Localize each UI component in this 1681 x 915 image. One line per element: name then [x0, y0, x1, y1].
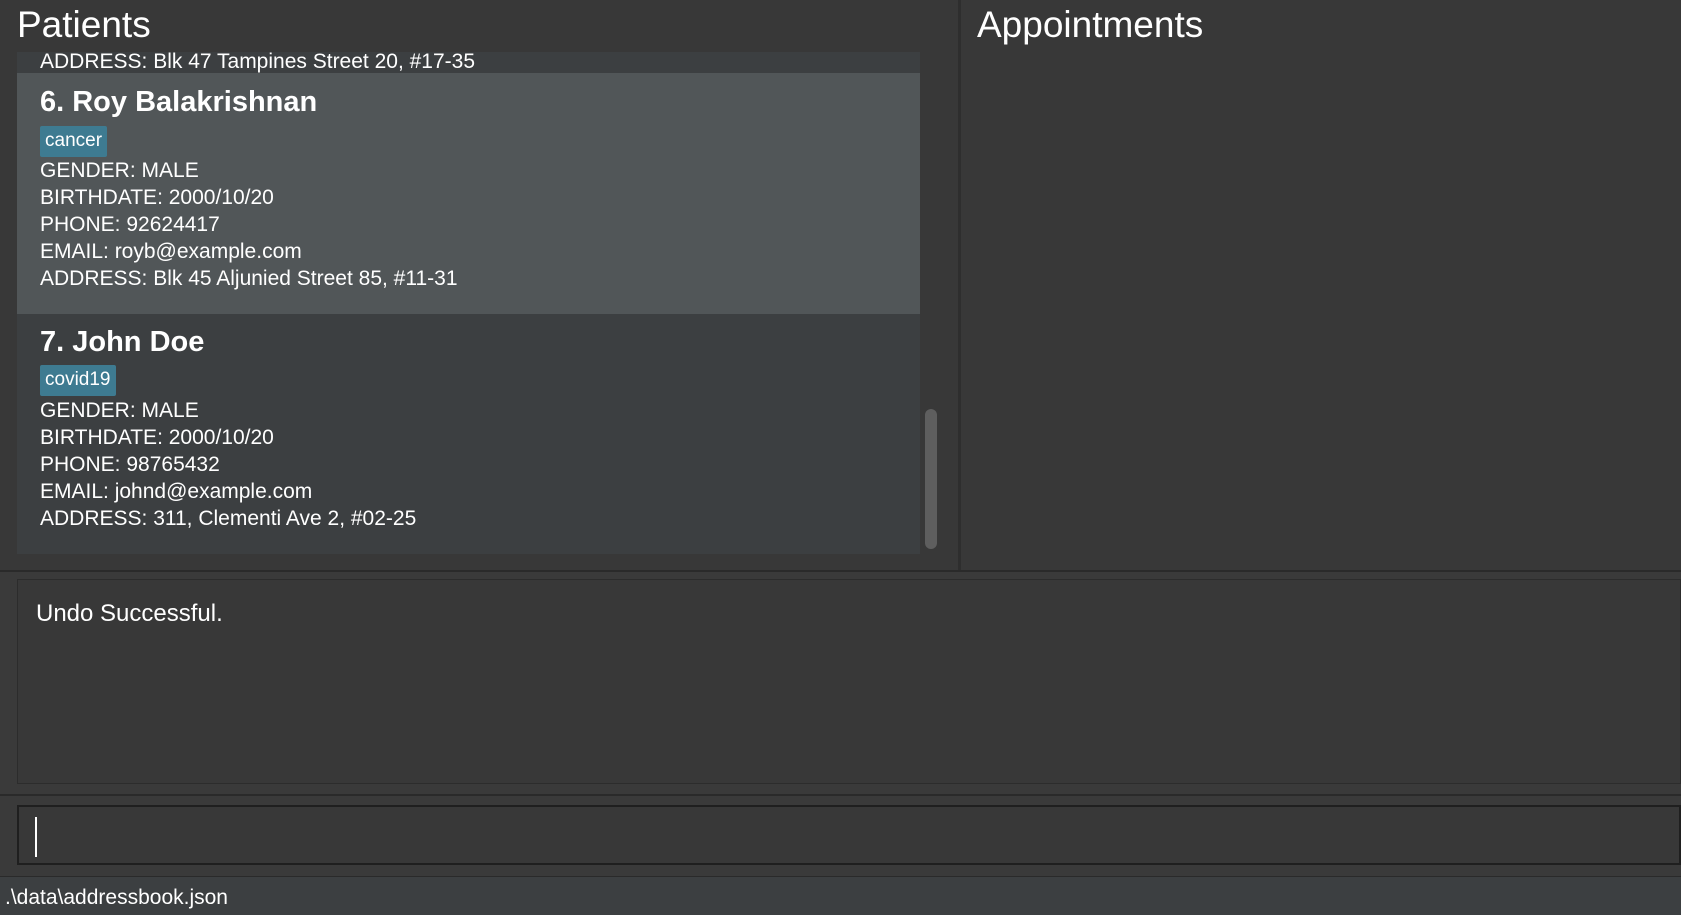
patient-card-selected[interactable]: 6. Roy Balakrishnan cancer GENDER: MALE … [17, 73, 920, 314]
status-bar: .\data\addressbook.json [0, 876, 1681, 915]
patient-email: EMAIL: johnd@example.com [40, 480, 313, 503]
result-display: Undo Successful. [17, 579, 1681, 784]
scrollbar-thumb[interactable] [925, 409, 937, 549]
patients-title: Patients [17, 4, 151, 45]
patient-name: 7. John Doe [40, 326, 205, 358]
save-location: .\data\addressbook.json [5, 886, 228, 909]
patient-card[interactable]: 7. John Doe covid19 GENDER: MALE BIRTHDA… [17, 314, 920, 554]
patient-tag: covid19 [40, 365, 116, 396]
appointments-title: Appointments [977, 4, 1204, 45]
command-input[interactable] [17, 805, 1681, 865]
appointments-pane: Appointments [961, 0, 1681, 570]
text-caret [35, 817, 37, 857]
patient-address: ADDRESS: 311, Clementi Ave 2, #02-25 [40, 507, 417, 530]
patient-birthdate: BIRTHDATE: 2000/10/20 [40, 426, 274, 449]
patient-card-partial[interactable]: ADDRESS: Blk 47 Tampines Street 20, #17-… [17, 52, 920, 73]
patient-phone: PHONE: 98765432 [40, 453, 220, 476]
patient-gender: GENDER: MALE [40, 159, 199, 182]
app-window: Patients ADDRESS: Blk 47 Tampines Street… [0, 0, 1681, 915]
patient-list-scrollbar[interactable] [922, 52, 940, 554]
patient-email: EMAIL: royb@example.com [40, 240, 302, 263]
patient-tag: cancer [40, 126, 108, 157]
patient-address: ADDRESS: Blk 47 Tampines Street 20, #17-… [40, 52, 476, 73]
patient-gender: GENDER: MALE [40, 399, 199, 422]
patient-list[interactable]: ADDRESS: Blk 47 Tampines Street 20, #17-… [17, 52, 920, 554]
patients-pane: Patients ADDRESS: Blk 47 Tampines Street… [0, 0, 961, 570]
patient-phone: PHONE: 92624417 [40, 213, 220, 236]
main-split: Patients ADDRESS: Blk 47 Tampines Street… [0, 0, 1681, 572]
patient-name: 6. Roy Balakrishnan [40, 86, 318, 118]
command-box-area [0, 794, 1681, 876]
patient-birthdate: BIRTHDATE: 2000/10/20 [40, 186, 274, 209]
result-message: Undo Successful. [36, 600, 223, 627]
patient-address: ADDRESS: Blk 45 Aljunied Street 85, #11-… [40, 267, 458, 290]
result-display-area: Undo Successful. [0, 572, 1681, 792]
